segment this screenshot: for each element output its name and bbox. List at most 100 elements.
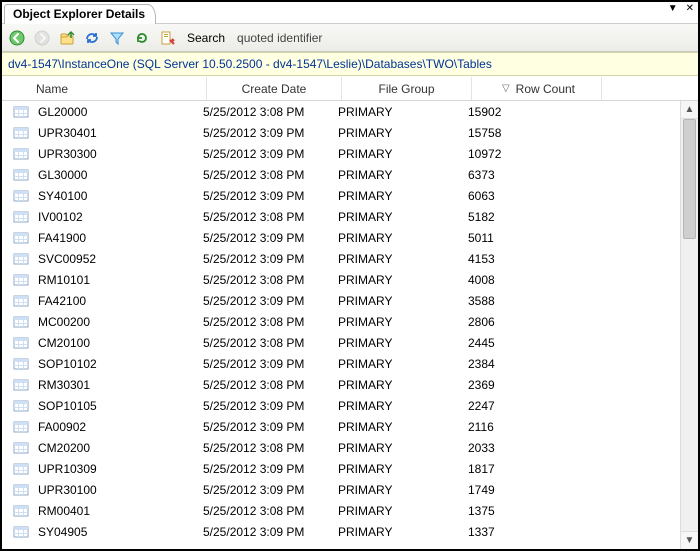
table-row[interactable]: SY401005/25/2012 3:09 PMPRIMARY6063 <box>2 185 680 206</box>
cell-create-date: 5/25/2012 3:08 PM <box>203 168 338 182</box>
cell-name: SY40100 <box>38 189 203 203</box>
close-icon[interactable]: ✕ <box>686 3 694 14</box>
cell-name: SVC00952 <box>38 252 203 266</box>
table-row[interactable]: SVC009525/25/2012 3:09 PMPRIMARY4153 <box>2 248 680 269</box>
cell-name: CM20200 <box>38 441 203 455</box>
cell-name: RM10101 <box>38 273 203 287</box>
cell-file-group: PRIMARY <box>338 168 468 182</box>
table-row[interactable]: RM004015/25/2012 3:08 PMPRIMARY1375 <box>2 500 680 521</box>
table-icon <box>10 126 32 140</box>
cell-row-count: 2369 <box>468 378 598 392</box>
table-row[interactable]: RM101015/25/2012 3:08 PMPRIMARY4008 <box>2 269 680 290</box>
cell-create-date: 5/25/2012 3:09 PM <box>203 399 338 413</box>
cell-create-date: 5/25/2012 3:09 PM <box>203 357 338 371</box>
cell-create-date: 5/25/2012 3:09 PM <box>203 252 338 266</box>
column-headers: Name Create Date File Group ▽Row Count <box>2 77 698 101</box>
cell-create-date: 5/25/2012 3:09 PM <box>203 294 338 308</box>
breadcrumb[interactable]: dv4-1547\InstanceOne (SQL Server 10.50.2… <box>2 52 698 76</box>
cell-name: SY04905 <box>38 525 203 539</box>
title-bar: Object Explorer Details ▼ ✕ <box>2 2 698 24</box>
scroll-thumb[interactable] <box>683 119 696 239</box>
table-row[interactable]: CM202005/25/2012 3:08 PMPRIMARY2033 <box>2 437 680 458</box>
back-button[interactable] <box>6 27 28 49</box>
cell-row-count: 1375 <box>468 504 598 518</box>
sync-button[interactable] <box>81 27 103 49</box>
table-row[interactable]: UPR303005/25/2012 3:09 PMPRIMARY10972 <box>2 143 680 164</box>
column-header-file-group[interactable]: File Group <box>342 77 472 100</box>
table-row[interactable]: UPR301005/25/2012 3:09 PMPRIMARY1749 <box>2 479 680 500</box>
cell-row-count: 2806 <box>468 315 598 329</box>
cell-row-count: 6373 <box>468 168 598 182</box>
table-icon <box>10 189 32 203</box>
cell-name: RM00401 <box>38 504 203 518</box>
cell-name: FA41900 <box>38 231 203 245</box>
search-input[interactable] <box>234 29 574 47</box>
forward-button <box>31 27 53 49</box>
up-button[interactable] <box>56 27 78 49</box>
cell-name: UPR10309 <box>38 462 203 476</box>
table-icon <box>10 252 32 266</box>
table-icon <box>10 210 32 224</box>
table-row[interactable]: IV001025/25/2012 3:08 PMPRIMARY5182 <box>2 206 680 227</box>
scroll-up-icon[interactable]: ▲ <box>681 101 698 119</box>
cell-file-group: PRIMARY <box>338 210 468 224</box>
cell-name: FA00902 <box>38 420 203 434</box>
table-icon <box>10 525 32 539</box>
cell-create-date: 5/25/2012 3:08 PM <box>203 273 338 287</box>
filter-button[interactable] <box>106 27 128 49</box>
list-area: Name Create Date File Group ▽Row Count G… <box>2 77 698 549</box>
cell-file-group: PRIMARY <box>338 315 468 329</box>
script-button[interactable] <box>156 27 178 49</box>
cell-create-date: 5/25/2012 3:09 PM <box>203 420 338 434</box>
cell-create-date: 5/25/2012 3:08 PM <box>203 105 338 119</box>
cell-row-count: 2384 <box>468 357 598 371</box>
table-row[interactable]: SOP101025/25/2012 3:09 PMPRIMARY2384 <box>2 353 680 374</box>
cell-row-count: 2247 <box>468 399 598 413</box>
refresh-button[interactable] <box>131 27 153 49</box>
table-row[interactable]: GL200005/25/2012 3:08 PMPRIMARY15902 <box>2 101 680 122</box>
cell-create-date: 5/25/2012 3:09 PM <box>203 483 338 497</box>
cell-row-count: 15902 <box>468 105 598 119</box>
table-row[interactable]: UPR304015/25/2012 3:09 PMPRIMARY15758 <box>2 122 680 143</box>
table-icon <box>10 315 32 329</box>
table-row[interactable]: RM303015/25/2012 3:08 PMPRIMARY2369 <box>2 374 680 395</box>
cell-row-count: 4008 <box>468 273 598 287</box>
cell-name: SOP10102 <box>38 357 203 371</box>
cell-file-group: PRIMARY <box>338 378 468 392</box>
scroll-down-icon[interactable]: ▼ <box>681 531 698 549</box>
cell-row-count: 5011 <box>468 231 598 245</box>
cell-row-count: 1749 <box>468 483 598 497</box>
table-icon <box>10 294 32 308</box>
table-icon <box>10 231 32 245</box>
sort-desc-icon: ▽ <box>502 83 510 94</box>
table-row[interactable]: UPR103095/25/2012 3:09 PMPRIMARY1817 <box>2 458 680 479</box>
cell-file-group: PRIMARY <box>338 420 468 434</box>
cell-create-date: 5/25/2012 3:08 PM <box>203 378 338 392</box>
search-label: Search <box>187 31 225 45</box>
column-header-row-count[interactable]: ▽Row Count <box>472 77 602 100</box>
table-row[interactable]: GL300005/25/2012 3:08 PMPRIMARY6373 <box>2 164 680 185</box>
pin-icon[interactable]: ▼ <box>668 3 678 14</box>
toolbar: Search <box>2 24 698 52</box>
cell-create-date: 5/25/2012 3:09 PM <box>203 525 338 539</box>
table-row[interactable]: SOP101055/25/2012 3:09 PMPRIMARY2247 <box>2 395 680 416</box>
cell-name: GL20000 <box>38 105 203 119</box>
table-row[interactable]: FA421005/25/2012 3:09 PMPRIMARY3588 <box>2 290 680 311</box>
panel-tab[interactable]: Object Explorer Details <box>4 4 156 24</box>
cell-row-count: 3588 <box>468 294 598 308</box>
table-row[interactable]: CM201005/25/2012 3:08 PMPRIMARY2445 <box>2 332 680 353</box>
table-row[interactable]: SY049055/25/2012 3:09 PMPRIMARY1337 <box>2 521 680 542</box>
cell-row-count: 2033 <box>468 441 598 455</box>
cell-name: GL30000 <box>38 168 203 182</box>
cell-file-group: PRIMARY <box>338 189 468 203</box>
column-header-create-date[interactable]: Create Date <box>207 77 342 100</box>
cell-create-date: 5/25/2012 3:08 PM <box>203 210 338 224</box>
vertical-scrollbar[interactable]: ▲ ▼ <box>680 101 698 549</box>
column-header-name[interactable]: Name <box>2 77 207 100</box>
table-row[interactable]: FA009025/25/2012 3:09 PMPRIMARY2116 <box>2 416 680 437</box>
cell-file-group: PRIMARY <box>338 483 468 497</box>
cell-file-group: PRIMARY <box>338 252 468 266</box>
table-row[interactable]: MC002005/25/2012 3:08 PMPRIMARY2806 <box>2 311 680 332</box>
cell-name: CM20100 <box>38 336 203 350</box>
table-row[interactable]: FA419005/25/2012 3:09 PMPRIMARY5011 <box>2 227 680 248</box>
